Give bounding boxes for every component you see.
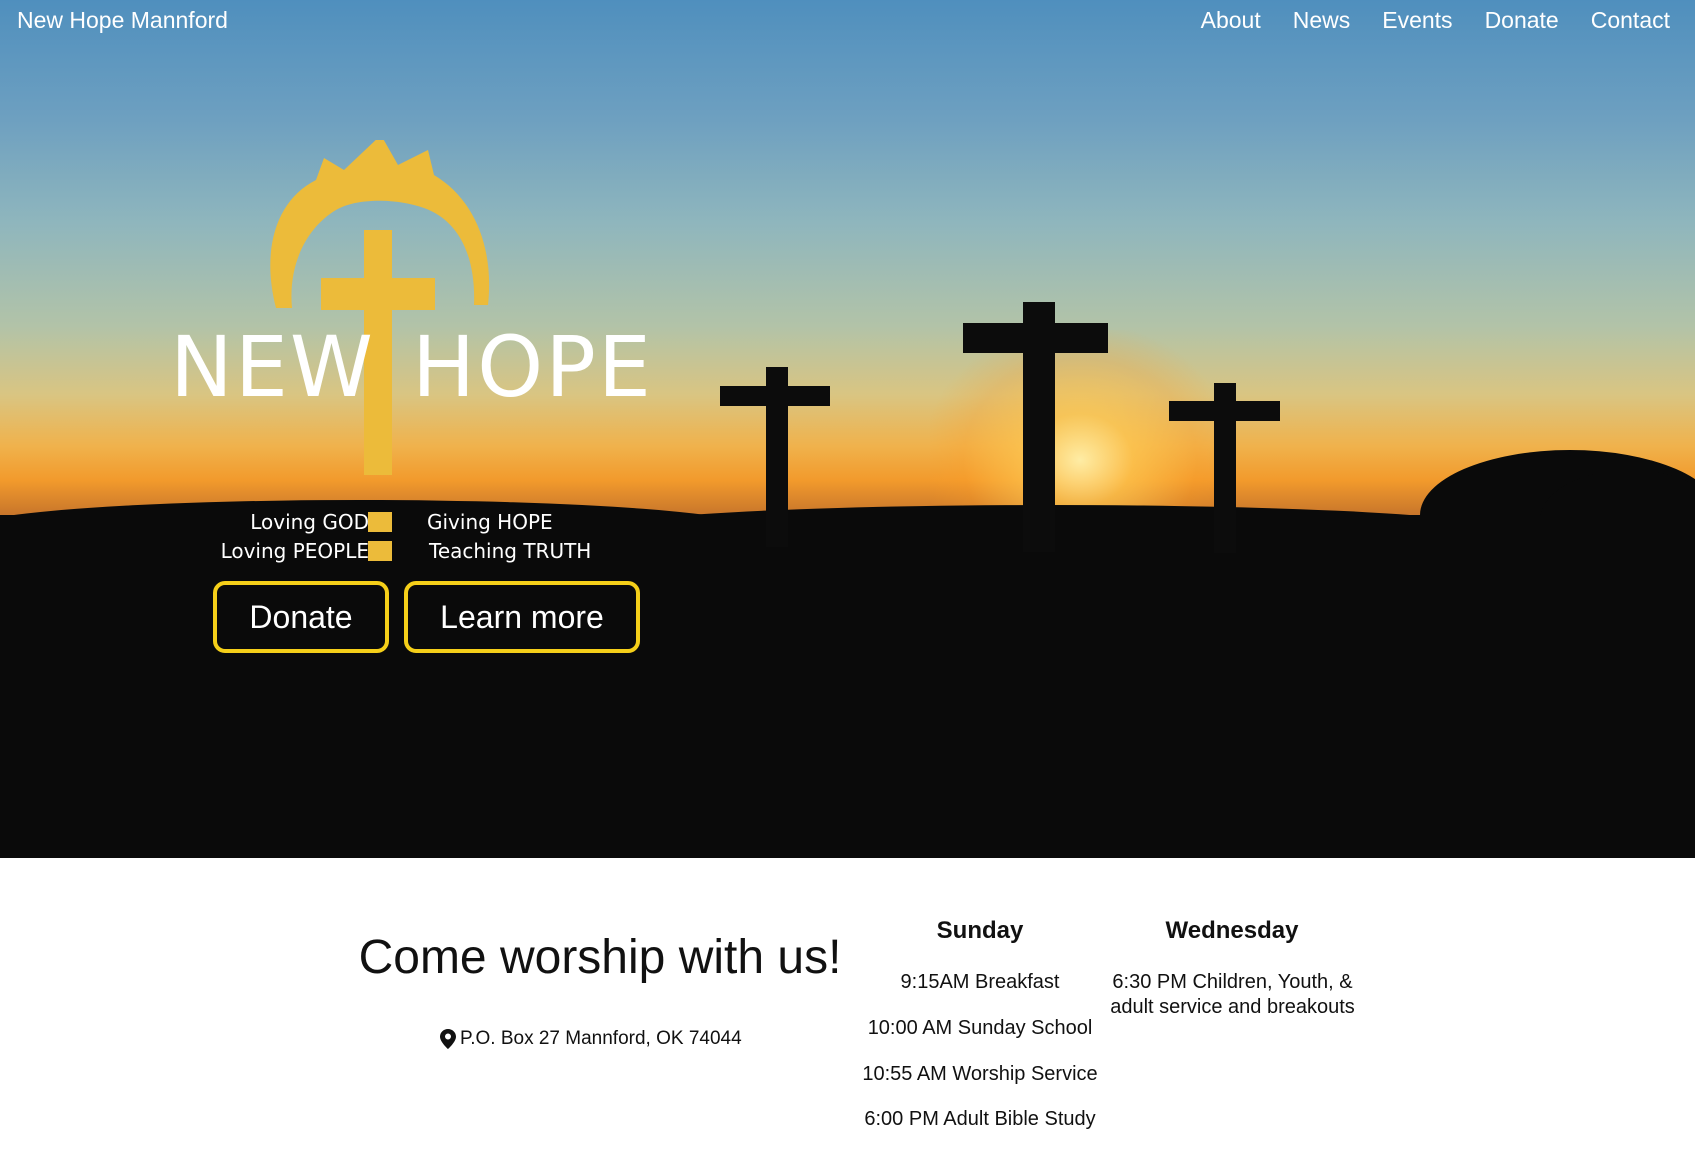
schedule-item: 10:00 AM Sunday School <box>867 1017 1093 1039</box>
nav-link-donate[interactable]: Donate <box>1485 7 1559 34</box>
new-hope-logo: NEW HOPE Loving GOD Giving HOPE Loving P… <box>170 140 676 570</box>
tagline-divider <box>368 512 392 532</box>
tagline-divider <box>368 541 392 561</box>
learn-more-button[interactable]: Learn more <box>404 581 640 653</box>
tagline-loving-people: Loving PEOPLE <box>220 539 369 563</box>
address: P.O. Box 27 Mannford, OK 74044 <box>440 1028 742 1050</box>
main-nav: About News Events Donate Contact <box>1169 7 1670 34</box>
address-text: P.O. Box 27 Mannford, OK 74044 <box>460 1028 742 1049</box>
nav-link-contact[interactable]: Contact <box>1591 7 1670 34</box>
donate-button[interactable]: Donate <box>213 581 389 653</box>
logo-word-new: NEW <box>170 318 375 416</box>
schedule-item: 10:55 AM Worship Service <box>862 1063 1098 1085</box>
site-title-link[interactable]: New Hope Mannford <box>17 7 228 34</box>
schedule-item: 6:30 PM Children, Youth, & adult service… <box>1110 971 1355 1018</box>
tagline-teaching-truth: Teaching TRUTH <box>429 539 592 563</box>
nav-link-about[interactable]: About <box>1201 7 1261 34</box>
sunday-heading: Sunday <box>936 917 1024 944</box>
logo-word-hope: HOPE <box>412 318 654 416</box>
tagline-loving-god: Loving GOD <box>250 510 369 534</box>
wednesday-heading: Wednesday <box>1165 917 1299 944</box>
nav-link-events[interactable]: Events <box>1382 7 1452 34</box>
schedule-item: 6:00 PM Adult Bible Study <box>864 1108 1096 1130</box>
map-marker-icon <box>440 1029 456 1049</box>
hero-banner: New Hope Mannford About News Events Dona… <box>0 0 1695 858</box>
nav-link-news[interactable]: News <box>1293 7 1351 34</box>
schedule-item: 9:15AM Breakfast <box>900 971 1060 993</box>
tagline-giving-hope: Giving HOPE <box>427 510 553 534</box>
worship-heading: Come worship with us! <box>358 931 842 984</box>
